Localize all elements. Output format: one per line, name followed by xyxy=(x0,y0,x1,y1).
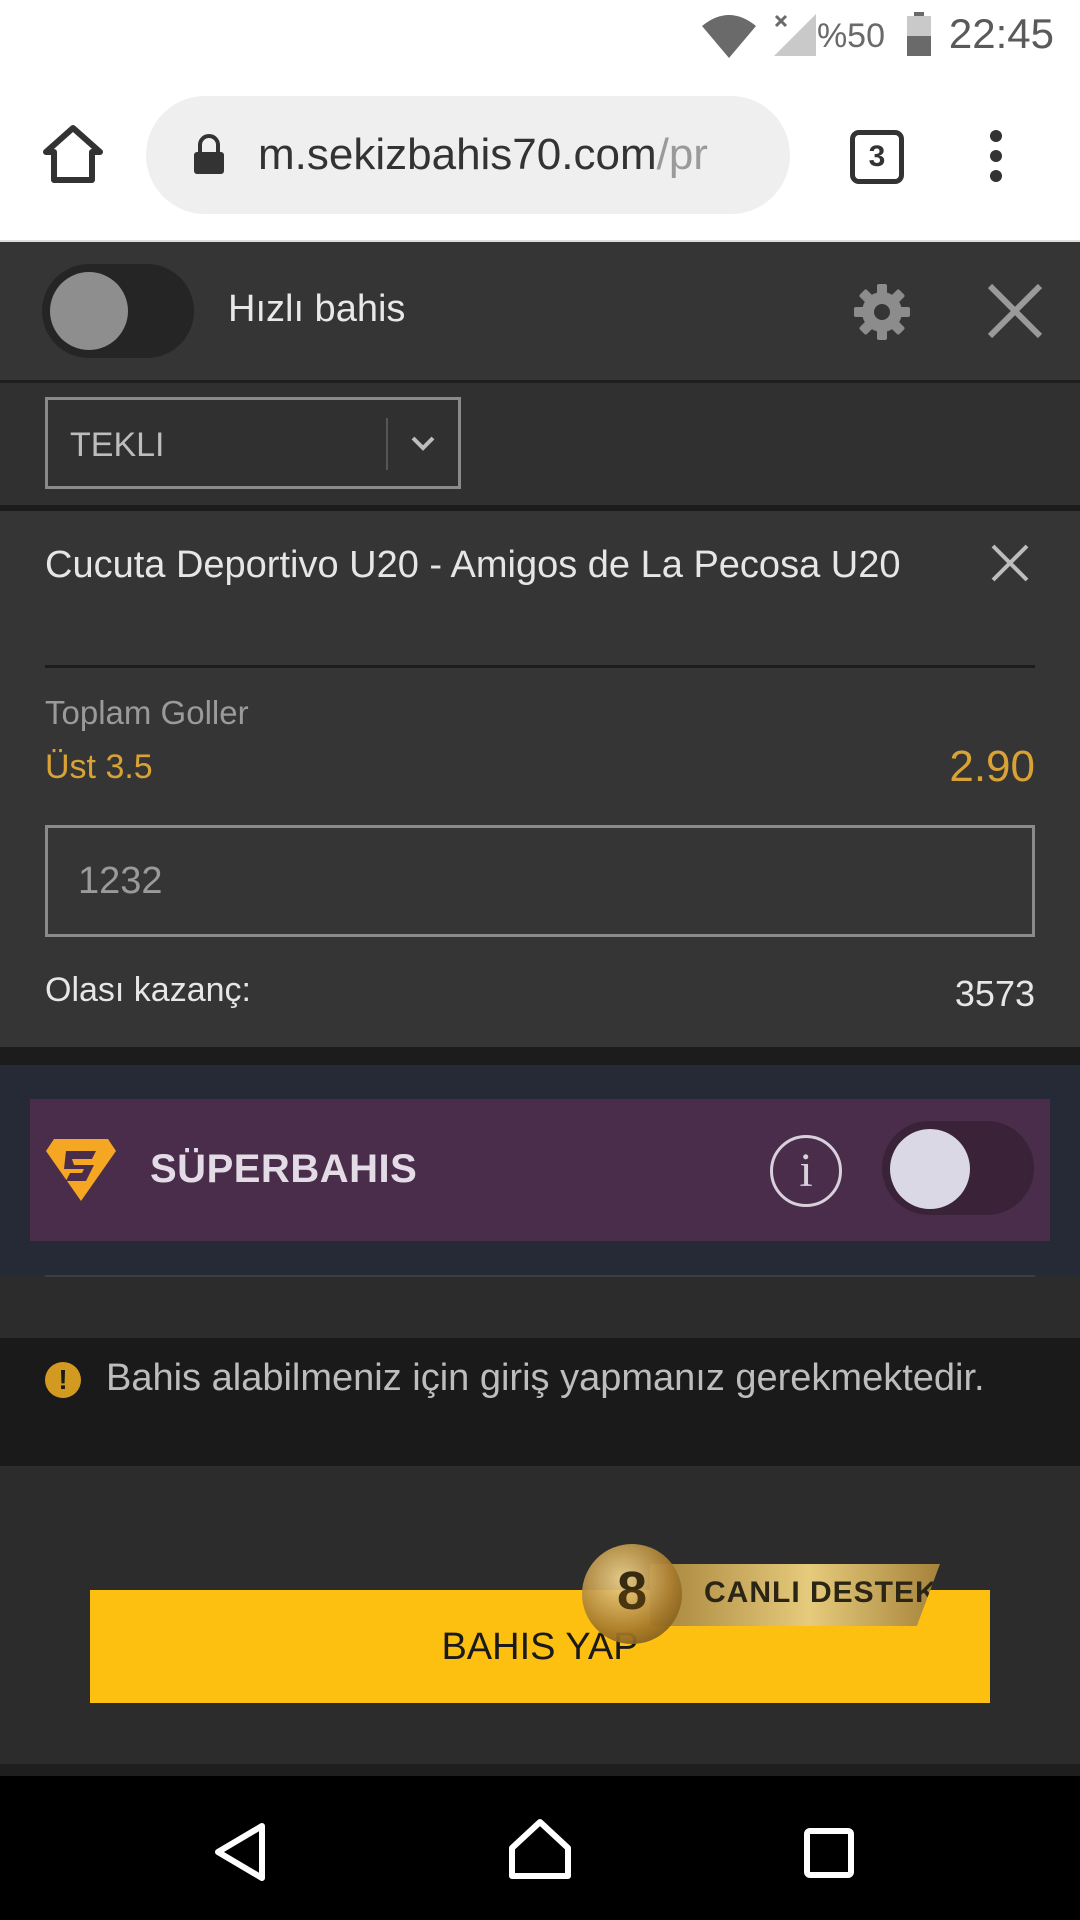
market-name: Toplam Goller xyxy=(45,694,249,731)
gear-icon[interactable] xyxy=(852,282,912,342)
login-warning: ! Bahis alabilmeniz için giriş yapmanız … xyxy=(0,1338,1080,1466)
odds-value: 2.90 xyxy=(949,742,1035,791)
match-title: Cucuta Deportivo U20 - Amigos de La Peco… xyxy=(45,544,901,586)
divider xyxy=(45,1275,1035,1277)
live-support-label: CANLI DESTEK xyxy=(704,1576,938,1609)
recents-icon[interactable] xyxy=(804,1828,854,1878)
super-bet-logo-icon xyxy=(46,1139,116,1201)
super-bet-section: SÜPERBAHIS i xyxy=(0,1065,1080,1275)
back-icon[interactable] xyxy=(212,1822,268,1882)
betslip-header: Hızlı bahis xyxy=(0,242,1080,383)
super-bet-title: SÜPERBAHIS xyxy=(150,1147,418,1191)
bet-type-value: TEKLI xyxy=(70,426,165,464)
wifi-icon xyxy=(702,15,756,58)
url-path: /pr xyxy=(656,130,708,179)
select-divider xyxy=(386,418,388,470)
quick-bet-toggle[interactable] xyxy=(42,264,194,358)
bet-card: Cucuta Deportivo U20 - Amigos de La Peco… xyxy=(0,511,1080,1047)
super-bet-toggle[interactable] xyxy=(882,1121,1034,1215)
potential-win-value: 3573 xyxy=(954,973,1035,1014)
toggle-knob xyxy=(50,272,128,350)
remove-bet-icon[interactable] xyxy=(990,543,1030,583)
url-domain: m.sekizbahis70.com xyxy=(258,130,657,179)
stake-field[interactable] xyxy=(45,825,1035,937)
divider xyxy=(45,665,1035,668)
battery-percent: %50 xyxy=(816,17,885,55)
bottom-strip xyxy=(0,1764,1080,1776)
toggle-knob xyxy=(890,1129,970,1209)
signal-icon xyxy=(774,14,816,56)
super-bet-bar: SÜPERBAHIS i xyxy=(30,1099,1050,1241)
tab-switcher-button[interactable]: 3 xyxy=(850,130,904,184)
info-icon[interactable]: i xyxy=(770,1135,842,1207)
close-icon[interactable] xyxy=(986,282,1044,340)
battery-icon xyxy=(907,12,931,56)
status-bar: %50 22:45 xyxy=(0,0,1080,72)
system-nav-bar xyxy=(0,1776,1080,1920)
section-gap xyxy=(0,1047,1080,1065)
clock: 22:45 xyxy=(948,10,1054,57)
url-text: m.sekizbahis70.com/pr xyxy=(258,130,768,180)
chevron-down-icon xyxy=(411,436,435,451)
live-support-logo-icon: 8 xyxy=(582,1544,682,1644)
menu-dots-icon[interactable] xyxy=(988,128,1004,184)
lock-icon xyxy=(194,134,224,174)
quick-bet-label: Hızlı bahis xyxy=(228,288,406,330)
live-support-badge[interactable]: CANLI DESTEK 8 xyxy=(580,1544,954,1648)
live-support-tag: CANLI DESTEK xyxy=(650,1564,940,1626)
warning-text: Bahis alabilmeniz için giriş yapmanız ge… xyxy=(106,1357,985,1399)
outcome-name: Üst 3.5 xyxy=(45,748,153,786)
bet-type-select[interactable]: TEKLI xyxy=(45,397,461,489)
address-bar[interactable]: m.sekizbahis70.com/pr xyxy=(146,96,790,214)
stake-input[interactable] xyxy=(48,828,1032,934)
bet-type-row: TEKLI xyxy=(0,383,1080,511)
browser-toolbar: m.sekizbahis70.com/pr 3 xyxy=(0,72,1080,242)
potential-win-label: Olası kazanç: xyxy=(45,971,251,1009)
home-nav-icon[interactable] xyxy=(508,1818,572,1880)
home-icon[interactable] xyxy=(40,122,106,188)
warning-icon: ! xyxy=(45,1362,81,1398)
